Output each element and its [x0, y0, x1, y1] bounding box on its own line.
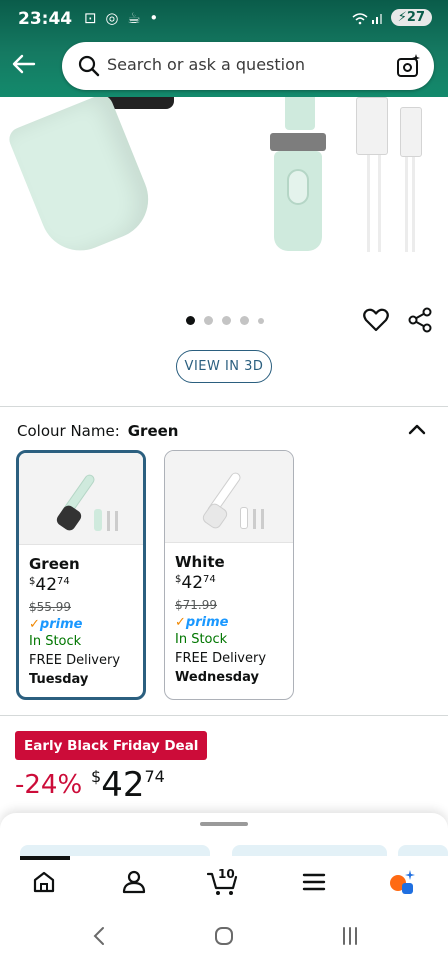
delivery-info: FREE Delivery: [29, 653, 121, 668]
prime-check-icon: ✓: [29, 617, 40, 632]
delivery-day: Tuesday: [29, 672, 89, 687]
battery-indicator: ⚡27: [390, 9, 432, 26]
status-right: ⚡27: [351, 9, 432, 26]
wifi-signal-icon: [352, 12, 382, 24]
variant-card-green[interactable]: Green $42 74 $55.99 ✓prime In Stock FREE …: [16, 450, 146, 700]
carousel-dot[interactable]: [186, 316, 195, 325]
carousel-dot[interactable]: [204, 316, 213, 325]
deal-price: $42 74: [91, 765, 165, 805]
prime-badge: ✓prime: [175, 615, 229, 630]
product-image-part: [287, 169, 309, 205]
image-part: [240, 507, 248, 529]
system-home-icon[interactable]: [212, 924, 236, 948]
search-icon: [78, 55, 100, 77]
micro-usb-plug: [400, 107, 422, 157]
rufus-icon[interactable]: [388, 868, 416, 896]
carousel-dot[interactable]: [240, 316, 249, 325]
image-part: [261, 509, 264, 529]
system-nav-bar: [0, 912, 448, 960]
home-icon[interactable]: [30, 868, 58, 896]
variant-thumbnail: [19, 453, 143, 545]
image-part: [54, 503, 84, 533]
system-recents-icon[interactable]: [338, 924, 362, 948]
image-part: [115, 511, 118, 531]
carousel-dots[interactable]: [186, 316, 264, 325]
variant-list-price: $71.99: [175, 598, 217, 612]
discount-percent: -24%: [15, 770, 83, 800]
variant-price: $42 74: [29, 575, 70, 595]
sheet-drag-handle[interactable]: [200, 822, 248, 826]
carousel-dot[interactable]: [258, 317, 264, 324]
arrow-left-icon: [12, 54, 36, 74]
chevron-up-icon[interactable]: [406, 418, 428, 440]
divider: [0, 406, 448, 407]
view-in-3d-button[interactable]: VIEW IN 3D: [176, 350, 272, 383]
bottom-nav: 10: [0, 856, 448, 912]
divider: [0, 715, 448, 716]
prime-badge: ✓prime: [29, 617, 83, 632]
share-icon[interactable]: [406, 306, 434, 334]
prime-check-icon: ✓: [175, 615, 186, 630]
delivery-info: FREE Delivery: [175, 651, 267, 666]
stock-status: In Stock: [29, 634, 82, 649]
colour-label: Colour Name:: [17, 422, 120, 440]
variant-image: [165, 451, 293, 542]
search-input[interactable]: Search or ask a question: [107, 55, 305, 74]
variant-name: White: [175, 553, 225, 571]
stock-status: In Stock: [175, 632, 228, 647]
cart-count-badge: 10: [218, 867, 235, 881]
image-part: [107, 511, 110, 531]
heart-icon[interactable]: [362, 306, 390, 334]
variant-thumbnail: [165, 451, 293, 543]
status-bar: 23:44 ⊡ ◎ ☕ • ⚡27: [0, 0, 448, 38]
product-image[interactable]: [0, 97, 448, 302]
delivery-day: Wednesday: [175, 670, 259, 685]
product-image-part: [270, 133, 326, 151]
back-button[interactable]: [10, 50, 38, 78]
menu-icon[interactable]: [300, 868, 328, 896]
image-part: [253, 509, 256, 529]
carousel-dot[interactable]: [222, 316, 231, 325]
system-back-icon[interactable]: [88, 924, 112, 948]
variant-list-price: $55.99: [29, 600, 71, 614]
account-icon[interactable]: [120, 868, 148, 896]
nav-active-indicator: [20, 856, 70, 860]
variant-name: Green: [29, 555, 80, 573]
usb-plug: [356, 97, 388, 155]
notification-icons: ⊡ ◎ ☕ •: [84, 9, 161, 27]
variant-price: $42 74: [175, 573, 216, 593]
status-time: 23:44: [18, 9, 73, 29]
colour-value: Green: [127, 422, 179, 440]
deal-badge: Early Black Friday Deal: [15, 731, 208, 760]
image-part: [94, 509, 102, 531]
variant-image: [19, 453, 143, 544]
camera-search-icon[interactable]: [396, 53, 422, 79]
variant-card-white[interactable]: White $42 74 $71.99 ✓prime In Stock FREE …: [164, 450, 294, 700]
image-part: [200, 501, 230, 531]
app-header: 23:44 ⊡ ◎ ☕ • ⚡27 Search or ask a questi…: [0, 0, 448, 97]
product-image-part: [5, 97, 161, 263]
search-bar[interactable]: Search or ask a question: [62, 42, 434, 90]
product-image-part: [285, 97, 315, 130]
colour-selector-label: Colour Name: Green: [17, 422, 179, 440]
